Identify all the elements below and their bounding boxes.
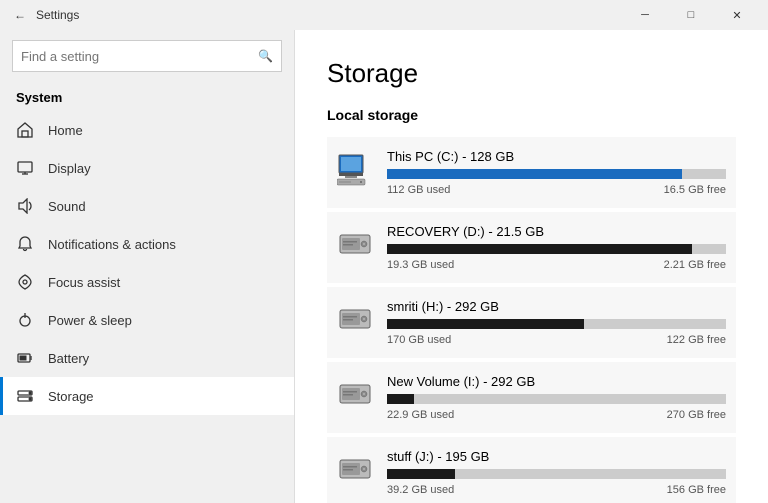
drive-bar-i bbox=[387, 394, 726, 404]
maximize-button[interactable]: □ bbox=[668, 0, 714, 30]
minimize-button[interactable]: ─ bbox=[622, 0, 668, 30]
drive-fill-h bbox=[387, 319, 584, 329]
page-title: Storage bbox=[327, 58, 736, 89]
drive-used-c: 112 GB used bbox=[387, 184, 450, 196]
sidebar-item-sound[interactable]: Sound bbox=[0, 187, 294, 225]
drive-free-i: 270 GB free bbox=[667, 409, 726, 421]
drive-used-j: 39.2 GB used bbox=[387, 484, 454, 496]
drive-icon-j bbox=[337, 451, 373, 487]
drive-used-d: 19.3 GB used bbox=[387, 259, 454, 271]
local-storage-title: Local storage bbox=[327, 107, 736, 123]
drive-name-i: New Volume (I:) - 292 GB bbox=[387, 374, 726, 389]
sidebar-item-home-label: Home bbox=[48, 123, 83, 138]
drive-info-i: New Volume (I:) - 292 GB 22.9 GB used 27… bbox=[387, 374, 726, 421]
drive-bar-d bbox=[387, 244, 726, 254]
drive-bar-c bbox=[387, 169, 726, 179]
sidebar: 🔍 System Home Display bbox=[0, 30, 295, 503]
drive-stats-c: 112 GB used 16.5 GB free bbox=[387, 184, 726, 196]
drive-stats-i: 22.9 GB used 270 GB free bbox=[387, 409, 726, 421]
drive-free-j: 156 GB free bbox=[667, 484, 726, 496]
drive-fill-j bbox=[387, 469, 455, 479]
sidebar-item-battery[interactable]: Battery bbox=[0, 339, 294, 377]
sidebar-item-notifications[interactable]: Notifications & actions bbox=[0, 225, 294, 263]
sidebar-item-display-label: Display bbox=[48, 161, 91, 176]
title-bar-title: Settings bbox=[36, 8, 622, 22]
power-icon bbox=[16, 311, 34, 329]
storage-item-i[interactable]: New Volume (I:) - 292 GB 22.9 GB used 27… bbox=[327, 362, 736, 433]
sidebar-item-power-label: Power & sleep bbox=[48, 313, 132, 328]
drive-free-h: 122 GB free bbox=[667, 334, 726, 346]
app-body: 🔍 System Home Display bbox=[0, 30, 768, 503]
drive-icon-c bbox=[337, 151, 373, 187]
storage-list: This PC (C:) - 128 GB 112 GB used 16.5 G… bbox=[327, 137, 736, 503]
focus-icon bbox=[16, 273, 34, 291]
drive-fill-i bbox=[387, 394, 414, 404]
drive-info-j: stuff (J:) - 195 GB 39.2 GB used 156 GB … bbox=[387, 449, 726, 496]
notifications-icon bbox=[16, 235, 34, 253]
storage-item-h[interactable]: smriti (H:) - 292 GB 170 GB used 122 GB … bbox=[327, 287, 736, 358]
drive-icon-d bbox=[337, 226, 373, 262]
main-panel: Storage Local storage This PC (C:) - 128… bbox=[295, 30, 768, 503]
sidebar-item-focus[interactable]: Focus assist bbox=[0, 263, 294, 301]
sidebar-item-display[interactable]: Display bbox=[0, 149, 294, 187]
drive-fill-c bbox=[387, 169, 682, 179]
sound-icon bbox=[16, 197, 34, 215]
sidebar-item-sound-label: Sound bbox=[48, 199, 86, 214]
storage-item-j[interactable]: stuff (J:) - 195 GB 39.2 GB used 156 GB … bbox=[327, 437, 736, 503]
drive-used-h: 170 GB used bbox=[387, 334, 451, 346]
storage-icon bbox=[16, 387, 34, 405]
drive-name-d: RECOVERY (D:) - 21.5 GB bbox=[387, 224, 726, 239]
drive-free-c: 16.5 GB free bbox=[664, 184, 726, 196]
sidebar-item-storage-label: Storage bbox=[48, 389, 94, 404]
storage-item-d[interactable]: RECOVERY (D:) - 21.5 GB 19.3 GB used 2.2… bbox=[327, 212, 736, 283]
storage-item-c[interactable]: This PC (C:) - 128 GB 112 GB used 16.5 G… bbox=[327, 137, 736, 208]
drive-stats-j: 39.2 GB used 156 GB free bbox=[387, 484, 726, 496]
drive-info-c: This PC (C:) - 128 GB 112 GB used 16.5 G… bbox=[387, 149, 726, 196]
sidebar-item-focus-label: Focus assist bbox=[48, 275, 120, 290]
drive-fill-d bbox=[387, 244, 692, 254]
back-button[interactable]: ← bbox=[8, 3, 32, 27]
drive-stats-h: 170 GB used 122 GB free bbox=[387, 334, 726, 346]
sidebar-item-battery-label: Battery bbox=[48, 351, 89, 366]
display-icon bbox=[16, 159, 34, 177]
drive-info-d: RECOVERY (D:) - 21.5 GB 19.3 GB used 2.2… bbox=[387, 224, 726, 271]
drive-bar-h bbox=[387, 319, 726, 329]
title-bar: ← Settings ─ □ ✕ bbox=[0, 0, 768, 30]
search-icon: 🔍 bbox=[258, 49, 273, 63]
sidebar-item-power[interactable]: Power & sleep bbox=[0, 301, 294, 339]
sidebar-section-label: System bbox=[0, 82, 294, 111]
drive-icon-i bbox=[337, 376, 373, 412]
battery-icon bbox=[16, 349, 34, 367]
search-box[interactable]: 🔍 bbox=[12, 40, 282, 72]
window-controls: ─ □ ✕ bbox=[622, 0, 760, 30]
sidebar-item-storage[interactable]: Storage bbox=[0, 377, 294, 415]
drive-name-h: smriti (H:) - 292 GB bbox=[387, 299, 726, 314]
drive-used-i: 22.9 GB used bbox=[387, 409, 454, 421]
search-input[interactable] bbox=[21, 49, 258, 64]
drive-icon-h bbox=[337, 301, 373, 337]
home-icon bbox=[16, 121, 34, 139]
drive-free-d: 2.21 GB free bbox=[664, 259, 726, 271]
close-button[interactable]: ✕ bbox=[714, 0, 760, 30]
sidebar-item-notifications-label: Notifications & actions bbox=[48, 237, 176, 252]
drive-stats-d: 19.3 GB used 2.21 GB free bbox=[387, 259, 726, 271]
drive-name-c: This PC (C:) - 128 GB bbox=[387, 149, 726, 164]
drive-name-j: stuff (J:) - 195 GB bbox=[387, 449, 726, 464]
drive-bar-j bbox=[387, 469, 726, 479]
drive-info-h: smriti (H:) - 292 GB 170 GB used 122 GB … bbox=[387, 299, 726, 346]
sidebar-item-home[interactable]: Home bbox=[0, 111, 294, 149]
